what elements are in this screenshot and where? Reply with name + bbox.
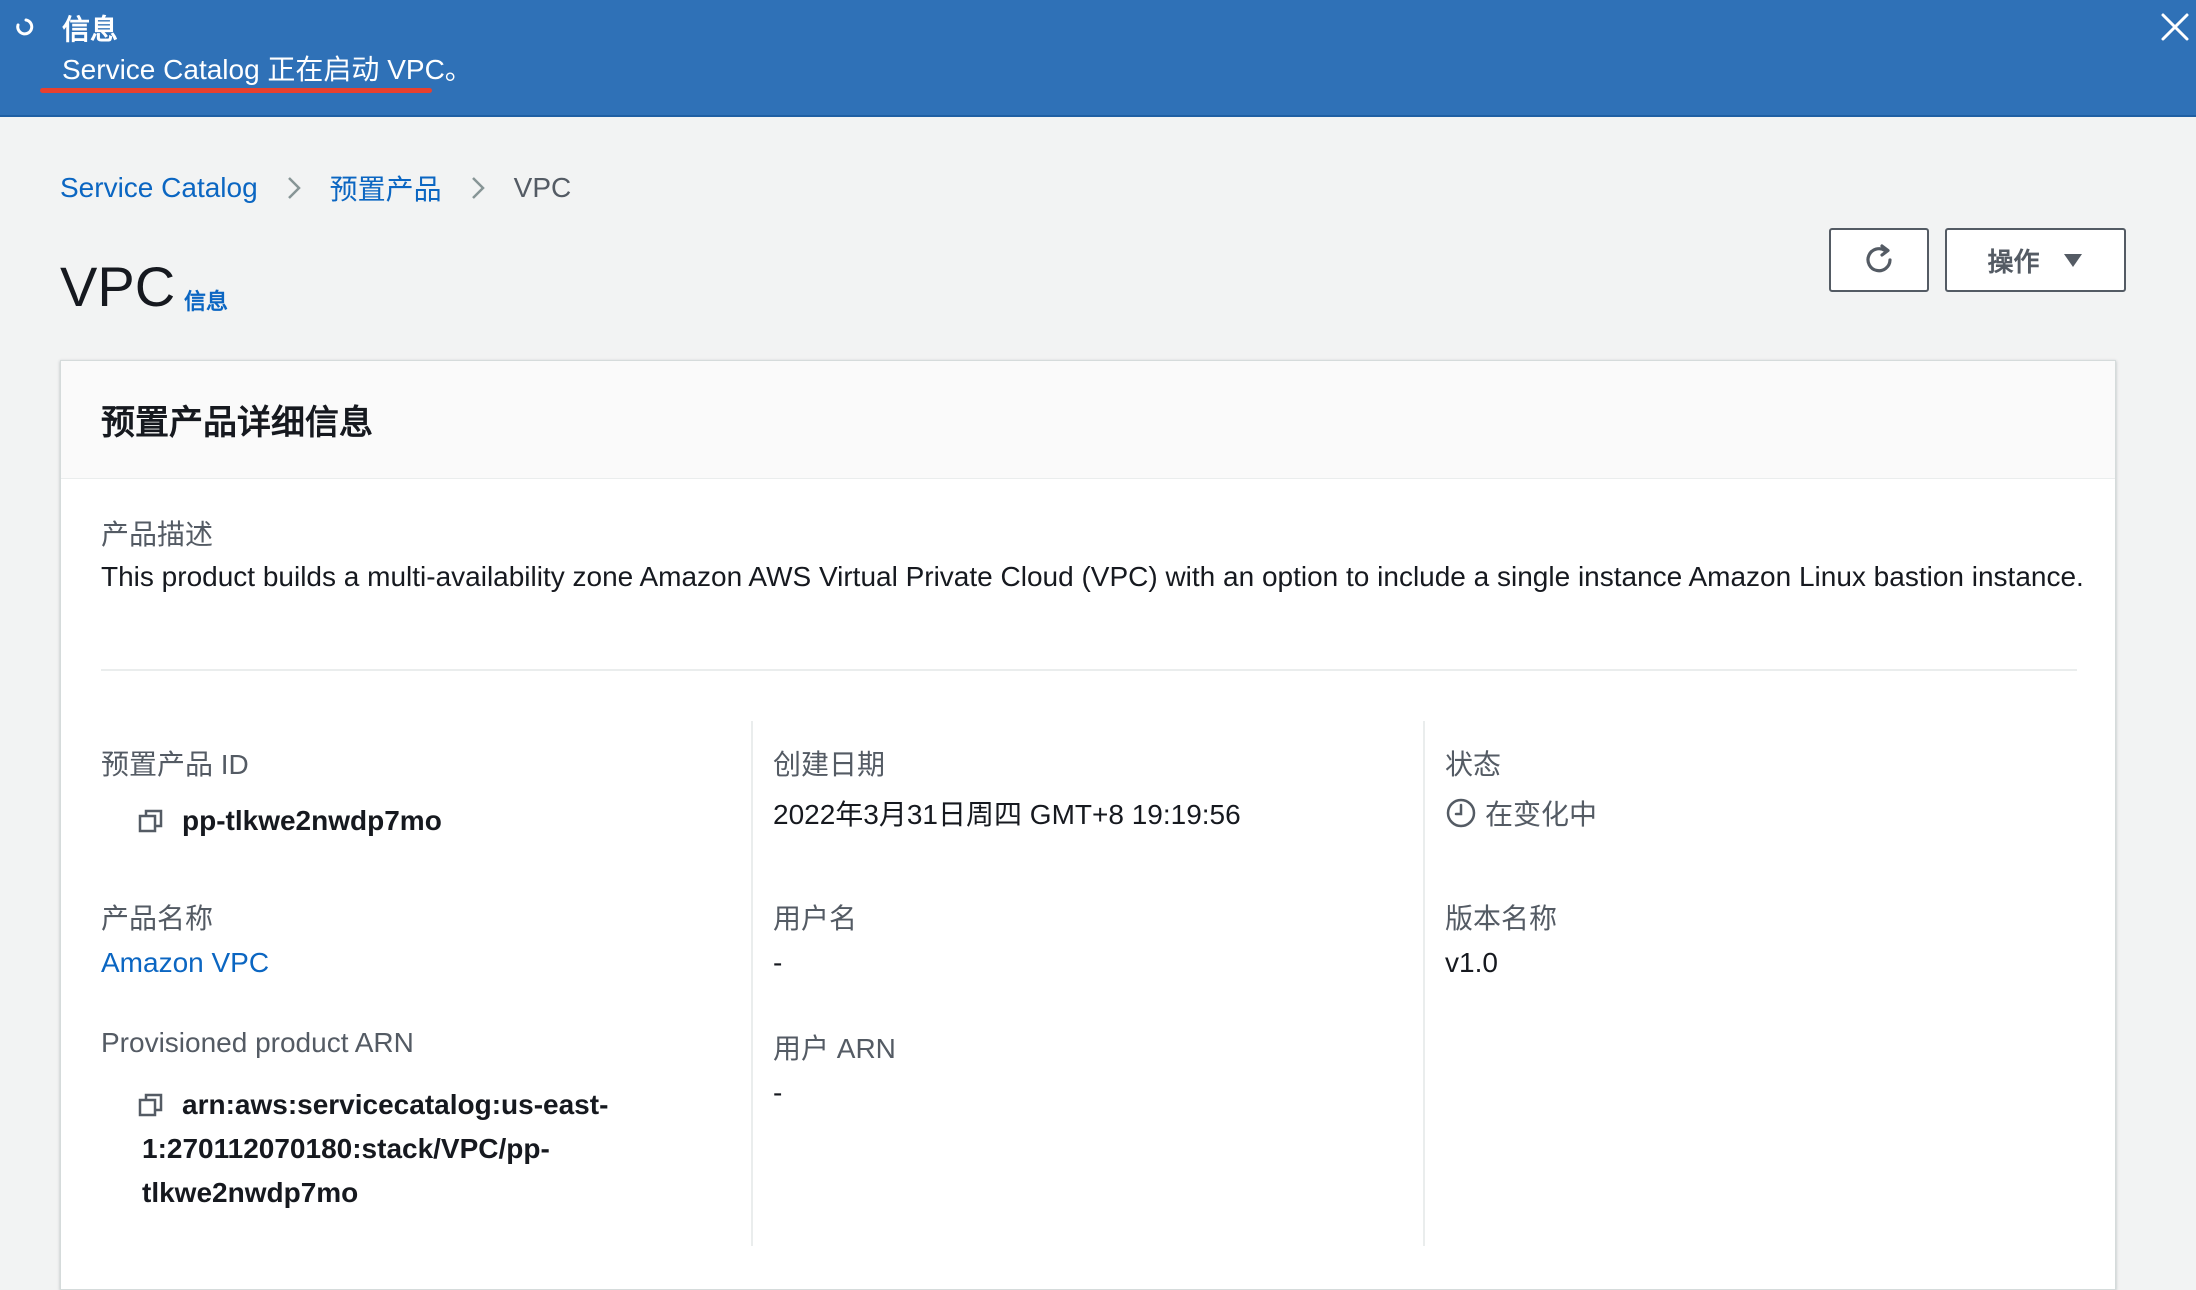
column-divider (1423, 721, 1425, 1246)
chevron-right-icon (287, 177, 301, 199)
refresh-icon (1866, 244, 1892, 273)
copy-icon[interactable] (137, 807, 165, 835)
info-link[interactable]: 信息 (184, 284, 228, 316)
annotation-underline (40, 88, 432, 93)
user-name-value: - (773, 947, 783, 978)
breadcrumb-service-catalog[interactable]: Service Catalog (60, 172, 258, 204)
page-title: VPC (60, 255, 176, 318)
status-indicator: 在变化中 (1445, 793, 1597, 833)
caret-down-icon (2063, 254, 2082, 267)
loading-spinner-icon (16, 18, 34, 36)
breadcrumb: Service Catalog 预置产品 VPC (60, 168, 571, 208)
close-icon[interactable] (2158, 10, 2192, 44)
status-value: 在变化中 (1485, 799, 1598, 830)
user-name-label: 用户名 (773, 903, 858, 934)
clock-icon (1446, 798, 1476, 828)
status-label: 状态 (1445, 749, 1502, 780)
provisioned-product-id-label: 预置产品 ID (101, 749, 249, 780)
product-description-label: 产品描述 (101, 519, 214, 550)
chevron-right-icon (471, 177, 485, 199)
flash-message: Service Catalog 正在启动 VPC。 (62, 54, 473, 85)
actions-dropdown-button[interactable]: 操作 (1945, 228, 2126, 292)
provisioned-product-arn-line-1: arn:aws:servicecatalog:us-east- (182, 1089, 609, 1120)
breadcrumb-current: VPC (513, 172, 572, 203)
copy-icon[interactable] (137, 1091, 165, 1119)
version-name-label: 版本名称 (1445, 903, 1558, 934)
provisioned-product-arn-label: Provisioned product ARN (101, 1027, 414, 1058)
info-flash-bar: 信息 Service Catalog 正在启动 VPC。 (0, 0, 2196, 117)
divider (101, 669, 2077, 671)
column-divider (751, 721, 753, 1246)
provisioned-product-id-value: pp-tlkwe2nwdp7mo (182, 805, 442, 836)
panel-header: 预置产品详细信息 (61, 361, 2115, 479)
flash-title: 信息 (62, 14, 119, 45)
created-date-value: 2022年3月31日周四 GMT+8 19:19:56 (773, 799, 1241, 830)
refresh-button[interactable] (1829, 228, 1929, 292)
provisioned-product-details-panel: 预置产品详细信息 产品描述 This product builds a mult… (60, 360, 2116, 1290)
provisioned-product-arn-line-2: 1:270112070180:stack/VPC/pp- (142, 1133, 550, 1164)
user-arn-value: - (773, 1077, 783, 1108)
actions-label: 操作 (1987, 246, 2040, 277)
created-date-label: 创建日期 (773, 749, 886, 780)
provisioned-product-arn-line-3: tlkwe2nwdp7mo (142, 1177, 359, 1208)
user-arn-label: 用户 ARN (773, 1033, 896, 1064)
version-name-value: v1.0 (1445, 947, 1498, 978)
breadcrumb-provisioned-products[interactable]: 预置产品 (330, 168, 442, 208)
product-description: This product builds a multi-availability… (101, 561, 2084, 592)
panel-title: 预置产品详细信息 (101, 404, 373, 442)
product-name-link[interactable]: Amazon VPC (101, 947, 269, 979)
product-name-label: 产品名称 (101, 903, 214, 934)
